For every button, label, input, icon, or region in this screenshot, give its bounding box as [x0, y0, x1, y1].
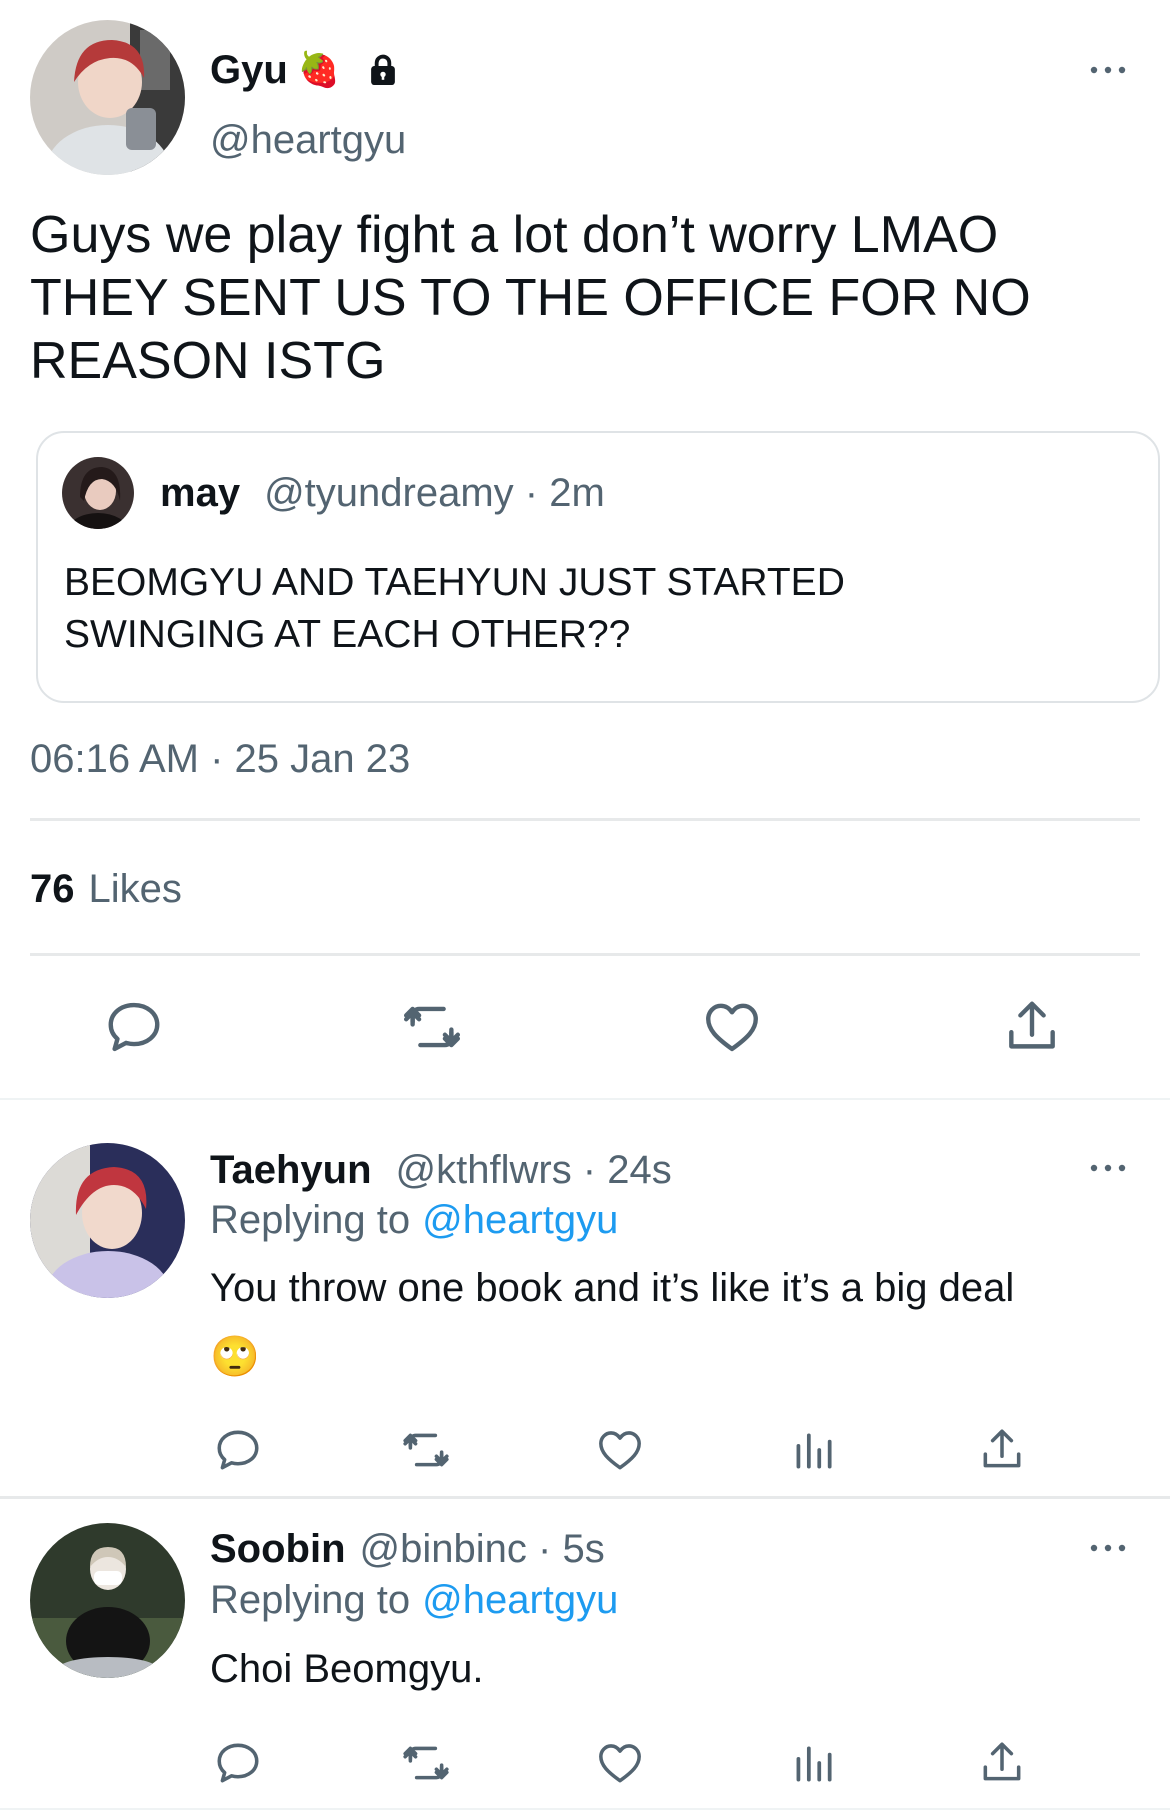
handle[interactable]: @heartgyu: [210, 118, 406, 163]
tweet-text-line: REASON ISTG: [30, 332, 386, 390]
tweet-text-line: Guys we play fight a lot don’t worry LMA…: [30, 206, 999, 264]
eye-roll-emoji: 🙄: [210, 1335, 260, 1379]
replying-handle-link[interactable]: @heartgyu: [422, 1198, 618, 1243]
like-icon[interactable]: [698, 995, 766, 1059]
likes-count: 76: [30, 867, 75, 911]
strawberry-emoji: 🍓: [297, 51, 341, 89]
avatar-may: [62, 457, 134, 529]
divider: [0, 1496, 1170, 1499]
divider: [30, 953, 1140, 956]
replying-handle-link[interactable]: @heartgyu: [422, 1578, 618, 1623]
reply-display-name[interactable]: Taehyun: [210, 1148, 372, 1193]
analytics-icon[interactable]: [785, 1735, 841, 1791]
reply-icon[interactable]: [210, 1735, 266, 1791]
avatar-gyu[interactable]: [30, 20, 185, 175]
avatar-soobin[interactable]: [30, 1523, 185, 1678]
divider: [0, 1098, 1170, 1100]
reply-text: You throw one book and it’s like it’s a …: [210, 1266, 1015, 1310]
quoted-display-name: may: [160, 470, 241, 515]
lock-icon: [364, 51, 402, 89]
divider: [30, 818, 1140, 821]
quoted-text: BEOMGYU AND TAEHYUN JUST STARTED SWINGIN…: [64, 557, 845, 661]
more-icon[interactable]: [1084, 1536, 1132, 1560]
avatar-taehyun[interactable]: [30, 1143, 185, 1298]
quoted-handle-time: @tyundreamy · 2m: [264, 470, 605, 515]
share-icon[interactable]: [974, 1422, 1030, 1478]
share-icon[interactable]: [974, 1735, 1030, 1791]
analytics-icon[interactable]: [785, 1422, 841, 1478]
timestamp[interactable]: 06:16 AM · 25 Jan 23: [30, 737, 410, 782]
more-icon[interactable]: [1084, 58, 1132, 82]
likes-stat[interactable]: 76 Likes: [30, 867, 182, 912]
reply-icon[interactable]: [100, 995, 168, 1059]
quoted-text-line: BEOMGYU AND TAEHYUN JUST STARTED: [64, 561, 845, 604]
share-icon[interactable]: [998, 995, 1066, 1059]
replying-prefix: Replying to: [210, 1198, 411, 1242]
reply-icon[interactable]: [210, 1422, 266, 1478]
reply-handle-time: @binbinc · 5s: [359, 1526, 605, 1571]
reply-handle-time: @kthflwrs · 24s: [395, 1147, 672, 1192]
like-icon[interactable]: [592, 1735, 648, 1791]
retweet-icon[interactable]: [398, 1735, 454, 1791]
more-icon[interactable]: [1084, 1156, 1132, 1180]
tweet-text-line: THEY SENT US TO THE OFFICE FOR NO: [30, 269, 1031, 327]
reply-text: Choi Beomgyu.: [210, 1647, 484, 1691]
quoted-text-line: SWINGING AT EACH OTHER??: [64, 613, 631, 656]
reply-display-name[interactable]: Soobin: [210, 1527, 346, 1572]
tweet-text: Guys we play fight a lot don’t worry LMA…: [30, 204, 1031, 393]
replying-to: Replying to @heartgyu: [210, 1578, 618, 1623]
replying-prefix: Replying to: [210, 1578, 411, 1622]
replying-to: Replying to @heartgyu: [210, 1198, 618, 1243]
divider: [0, 1808, 1170, 1810]
retweet-icon[interactable]: [398, 1422, 454, 1478]
retweet-icon[interactable]: [398, 995, 466, 1059]
display-name[interactable]: Gyu: [210, 48, 288, 93]
likes-label: Likes: [88, 867, 182, 911]
like-icon[interactable]: [592, 1422, 648, 1478]
